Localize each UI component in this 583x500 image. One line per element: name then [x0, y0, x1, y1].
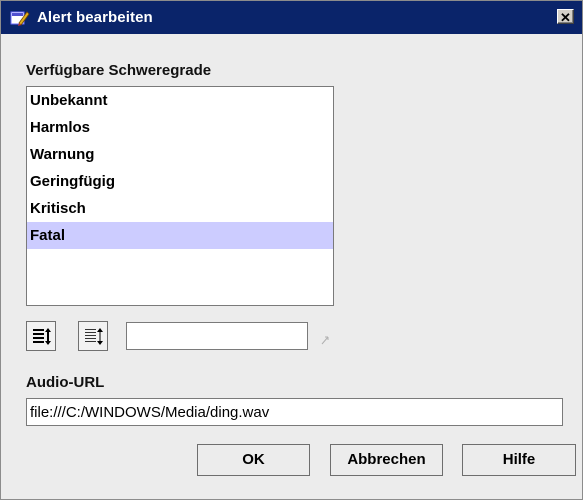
help-button[interactable]: Hilfe	[462, 444, 576, 476]
severity-label: Verfügbare Schweregrade	[26, 62, 212, 79]
title-bar[interactable]: Alert bearbeiten ✕	[1, 1, 582, 34]
dialog-window: Alert bearbeiten ✕ Verfügbare Schweregra…	[0, 0, 583, 500]
list-item-selected[interactable]: Fatal	[27, 222, 333, 249]
small-arrow-icon	[320, 332, 330, 345]
close-icon: ✕	[560, 10, 571, 25]
list-item[interactable]: Unbekannt	[27, 87, 333, 114]
list-item[interactable]: Kritisch	[27, 195, 333, 222]
list-item[interactable]: Geringfügig	[27, 168, 333, 195]
audio-url-label: Audio-URL	[26, 374, 105, 391]
severity-name-input[interactable]	[126, 322, 308, 350]
list-item[interactable]: Warnung	[27, 141, 333, 168]
move-up-button[interactable]	[26, 321, 56, 351]
move-down-button[interactable]	[78, 321, 108, 351]
ok-button[interactable]: OK	[197, 444, 310, 476]
list-item[interactable]: Harmlos	[27, 114, 333, 141]
alert-edit-icon	[10, 9, 30, 27]
cancel-button[interactable]: Abbrechen	[330, 444, 443, 476]
dialog-title: Alert bearbeiten	[37, 9, 153, 26]
severity-list[interactable]: Unbekannt Harmlos Warnung Geringfügig Kr…	[26, 86, 334, 306]
close-button[interactable]: ✕	[557, 9, 574, 25]
audio-url-input[interactable]	[26, 398, 563, 426]
